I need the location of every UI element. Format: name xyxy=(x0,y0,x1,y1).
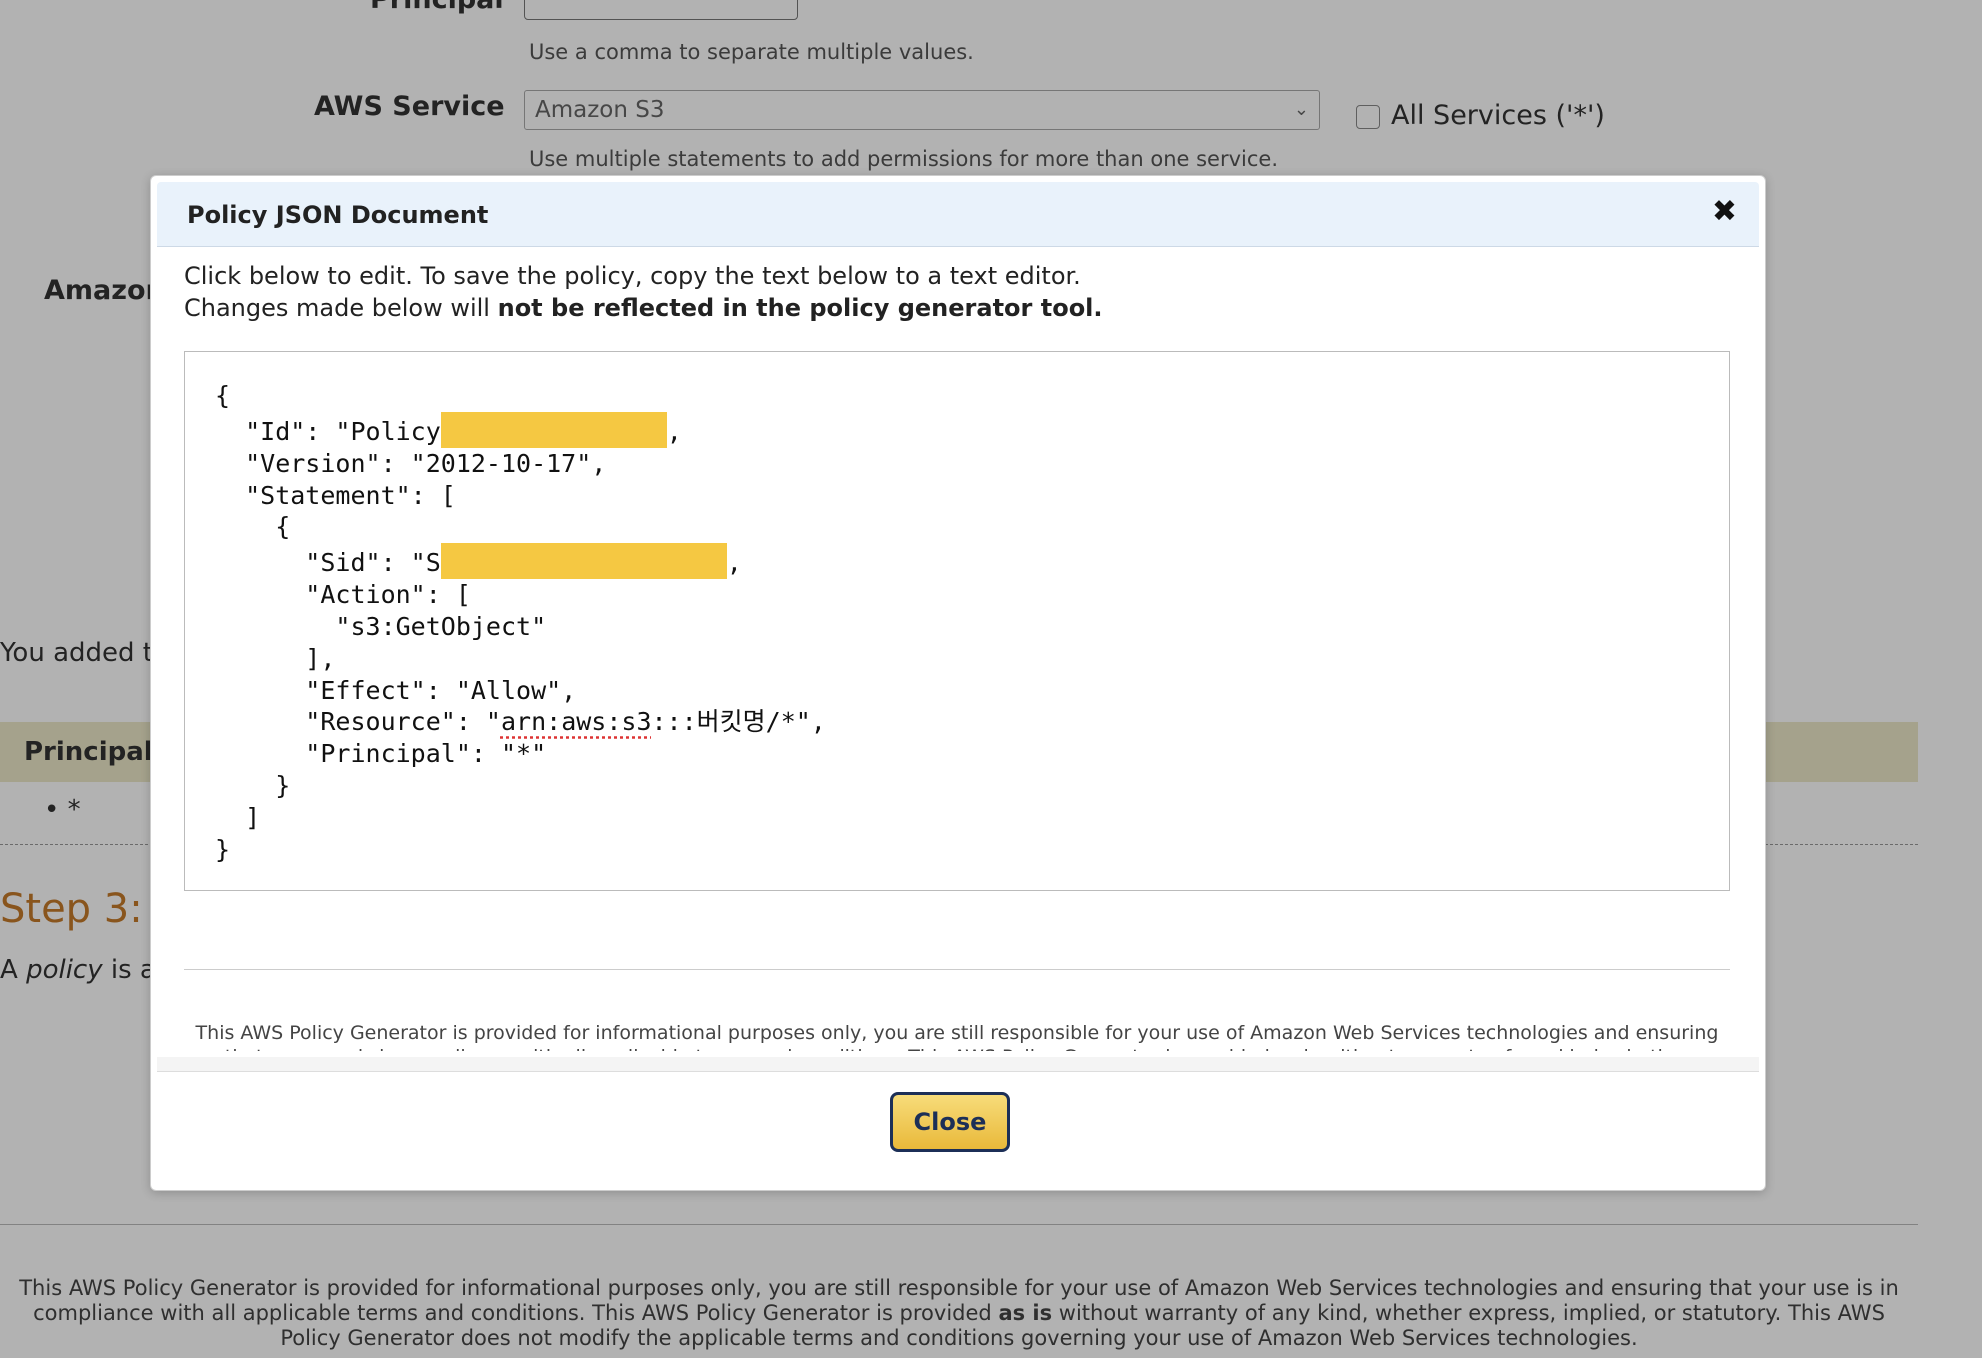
json-stmt-close: } xyxy=(215,770,291,800)
json-sid-tail: , xyxy=(726,548,742,578)
json-version-line: "Version": "2012-10-17", xyxy=(215,448,607,478)
intro-line-2: Changes made below will not be reflected… xyxy=(184,292,1103,324)
intro-line-1: Click below to edit. To save the policy,… xyxy=(184,262,1081,290)
intro-line-2-prefix: Changes made below will xyxy=(184,294,498,322)
modal-title: Policy JSON Document xyxy=(187,201,489,229)
json-close-brace: } xyxy=(215,834,231,864)
policy-json-editor[interactable]: { "Id": "Policy, "Version": "2012-10-17"… xyxy=(184,351,1730,891)
sid-redaction xyxy=(440,543,727,580)
policy-generator-page: Principal Use a comma to separate multip… xyxy=(0,0,1982,1358)
id-redaction xyxy=(440,411,667,448)
modal-footer-strip xyxy=(157,1057,1759,1071)
intro-line-2-bold: not be reflected in the policy generator… xyxy=(497,294,1103,322)
policy-json-text: { "Id": "Policy, "Version": "2012-10-17"… xyxy=(215,380,826,865)
json-id-line: "Id": "Policy xyxy=(215,416,441,446)
json-open-brace: { xyxy=(215,381,231,410)
modal-divider xyxy=(184,969,1730,970)
json-action-line: "Action": [ xyxy=(215,580,471,610)
json-id-tail: , xyxy=(666,416,682,446)
modal-intro: Click below to edit. To save the policy,… xyxy=(184,260,1103,324)
json-sid-line: "Sid": "S xyxy=(215,548,441,578)
json-resource-arn: arn:aws:s3 xyxy=(500,707,652,737)
json-effect-line: "Effect": "Allow", xyxy=(215,675,577,705)
close-button[interactable]: Close xyxy=(890,1092,1010,1152)
close-icon[interactable]: ✖ xyxy=(1712,196,1737,228)
json-principal-line: "Principal": "*" xyxy=(215,739,547,769)
json-array-close: ] xyxy=(215,802,261,832)
json-action-close: ], xyxy=(215,643,336,673)
policy-json-modal: Policy JSON Document ✖ Click below to ed… xyxy=(150,175,1766,1191)
json-resource-prefix: "Resource": " xyxy=(215,707,501,737)
modal-footer: Close xyxy=(157,1071,1759,1185)
modal-header: Policy JSON Document ✖ xyxy=(157,182,1759,247)
modal-disclaimer: This AWS Policy Generator is provided fo… xyxy=(195,1022,1719,1051)
json-stmt-open: { xyxy=(215,512,291,542)
json-statement-line: "Statement": [ xyxy=(215,480,456,510)
json-action-value: "s3:GetObject" xyxy=(215,611,547,641)
json-resource-suffix: :::버킷명/*", xyxy=(651,707,826,737)
